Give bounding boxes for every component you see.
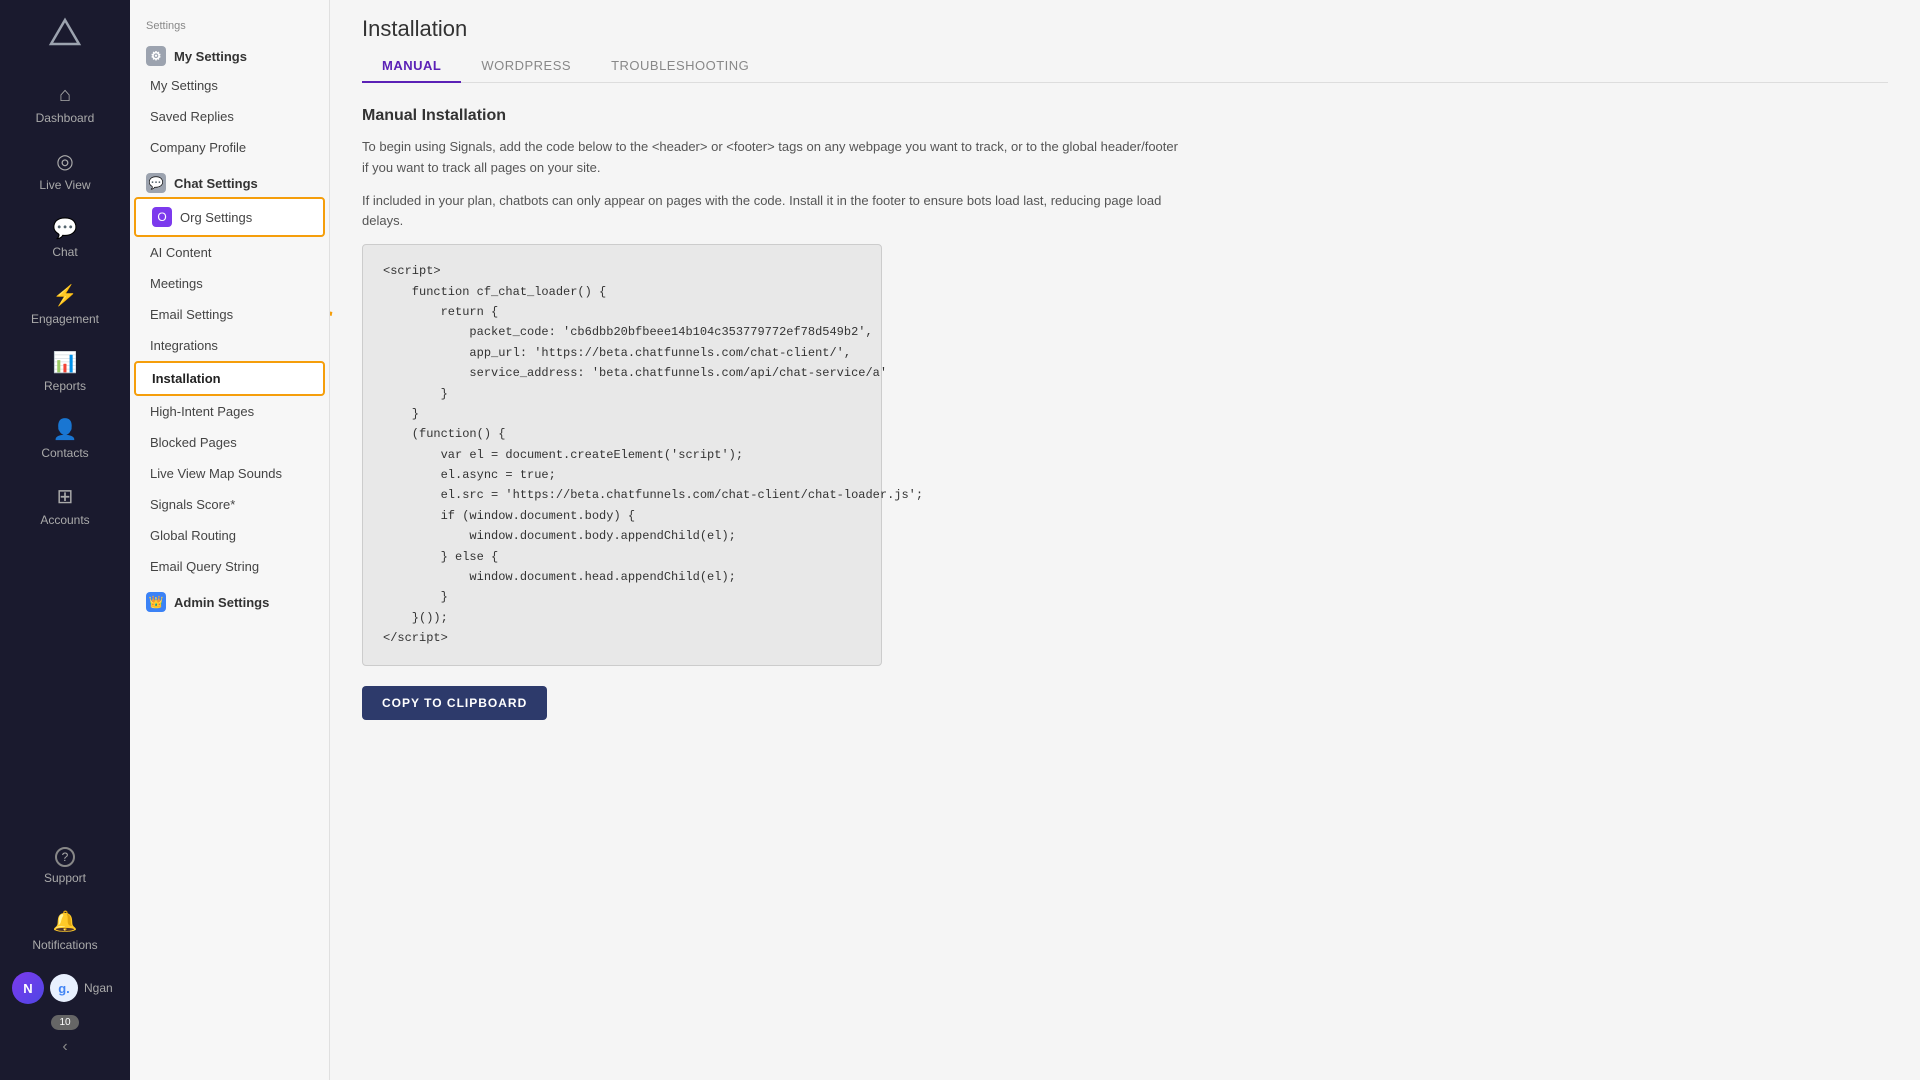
my-settings-group-icon: ⚙ bbox=[146, 46, 166, 66]
tab-troubleshooting[interactable]: TROUBLESHOOTING bbox=[591, 50, 769, 83]
sidebar-title: Settings bbox=[130, 12, 329, 36]
sidebar-item-company-profile[interactable]: Company Profile bbox=[134, 132, 325, 163]
admin-settings-group-icon: 👑 bbox=[146, 592, 166, 612]
sidebar-item-accounts[interactable]: ⊞ Accounts bbox=[0, 472, 130, 539]
nav-label-live-view: Live View bbox=[39, 178, 90, 192]
sidebar-item-meetings[interactable]: Meetings bbox=[134, 268, 325, 299]
user-profile-section[interactable]: N g. Ngan bbox=[0, 964, 130, 1012]
app-logo[interactable] bbox=[47, 16, 83, 52]
sidebar-item-email-query-string[interactable]: Email Query String bbox=[134, 551, 325, 582]
org-settings-icon: O bbox=[152, 207, 172, 227]
email-settings-label: Email Settings bbox=[150, 307, 233, 322]
high-intent-pages-label: High-Intent Pages bbox=[150, 404, 254, 419]
collapse-sidebar-button[interactable]: ‹ bbox=[0, 1030, 130, 1064]
nav-bottom-section: ? Support 🔔 Notifications N g. Ngan 10 ‹ bbox=[0, 835, 130, 1080]
user-avatar: N bbox=[12, 972, 44, 1004]
signals-score-label: Signals Score* bbox=[150, 497, 235, 512]
sidebar-item-signals-score[interactable]: Signals Score* bbox=[134, 489, 325, 520]
section-title: Manual Installation bbox=[362, 107, 1888, 125]
contacts-icon: 👤 bbox=[53, 417, 78, 442]
dashboard-icon: ⌂ bbox=[59, 84, 71, 107]
page-title: Installation bbox=[362, 16, 1888, 42]
accounts-icon: ⊞ bbox=[57, 484, 74, 509]
copy-to-clipboard-button[interactable]: COPY TO CLIPBOARD bbox=[362, 686, 547, 720]
sidebar-item-saved-replies[interactable]: Saved Replies bbox=[134, 101, 325, 132]
collapse-icon: ‹ bbox=[62, 1038, 67, 1056]
sidebar-item-high-intent-pages[interactable]: High-Intent Pages bbox=[134, 396, 325, 427]
badge-container: 10 bbox=[0, 1012, 130, 1030]
sidebar-item-chat[interactable]: 💬 Chat bbox=[0, 204, 130, 271]
installation-label: Installation bbox=[152, 371, 221, 386]
nav-label-engagement: Engagement bbox=[31, 312, 99, 326]
nav-label-support: Support bbox=[44, 871, 86, 885]
installation-code-block: <script> function cf_chat_loader() { ret… bbox=[362, 244, 882, 665]
support-icon: ? bbox=[55, 847, 75, 867]
username-label: Ngan bbox=[84, 981, 113, 995]
chat-settings-group-icon: 💬 bbox=[146, 173, 166, 193]
content-area: Manual Installation To begin using Signa… bbox=[330, 83, 1920, 1080]
admin-settings-group-header[interactable]: 👑 Admin Settings bbox=[130, 582, 329, 616]
sidebar-item-engagement[interactable]: ⚡ Engagement bbox=[0, 271, 130, 338]
live-view-icon: ◎ bbox=[56, 149, 73, 174]
nav-label-chat: Chat bbox=[52, 245, 77, 259]
copy-button-container: COPY TO CLIPBOARD bbox=[362, 686, 1888, 720]
my-settings-label: My Settings bbox=[150, 78, 218, 93]
org-settings-label: Org Settings bbox=[180, 210, 252, 225]
description-2: If included in your plan, chatbots can o… bbox=[362, 191, 1182, 233]
my-settings-group-label: My Settings bbox=[174, 49, 247, 64]
sidebar-item-notifications[interactable]: 🔔 Notifications bbox=[0, 897, 130, 964]
notifications-icon: 🔔 bbox=[53, 909, 78, 934]
integrations-label: Integrations bbox=[150, 338, 218, 353]
sidebar-item-integrations[interactable]: Integrations bbox=[134, 330, 325, 361]
tab-wordpress[interactable]: WORDPRESS bbox=[461, 50, 591, 83]
email-query-string-label: Email Query String bbox=[150, 559, 259, 574]
nav-label-accounts: Accounts bbox=[40, 513, 89, 527]
sidebar-item-support[interactable]: ? Support bbox=[0, 835, 130, 897]
sidebar-item-blocked-pages[interactable]: Blocked Pages bbox=[134, 427, 325, 458]
sidebar-item-my-settings[interactable]: My Settings bbox=[134, 70, 325, 101]
nav-label-notifications: Notifications bbox=[32, 938, 97, 952]
ai-content-label: AI Content bbox=[150, 245, 211, 260]
sidebar-item-live-view[interactable]: ◎ Live View bbox=[0, 137, 130, 204]
settings-sidebar: Settings ⚙ My Settings My Settings Saved… bbox=[130, 0, 330, 1080]
notification-badge: 10 bbox=[51, 1015, 78, 1030]
meetings-label: Meetings bbox=[150, 276, 203, 291]
saved-replies-label: Saved Replies bbox=[150, 109, 234, 124]
company-profile-label: Company Profile bbox=[150, 140, 246, 155]
main-content: Installation MANUAL WORDPRESS TROUBLESHO… bbox=[330, 0, 1920, 1080]
sidebar-item-installation[interactable]: Installation bbox=[134, 361, 325, 396]
sidebar-item-contacts[interactable]: 👤 Contacts bbox=[0, 405, 130, 472]
top-bar: Installation MANUAL WORDPRESS TROUBLESHO… bbox=[330, 0, 1920, 83]
tab-manual[interactable]: MANUAL bbox=[362, 50, 461, 83]
sidebar-item-email-settings[interactable]: Email Settings bbox=[134, 299, 325, 330]
sidebar-item-org-settings[interactable]: O Org Settings bbox=[134, 197, 325, 237]
chat-settings-group-header[interactable]: 💬 Chat Settings bbox=[130, 163, 329, 197]
code-block-container: <script> function cf_chat_loader() { ret… bbox=[362, 244, 882, 685]
sidebar-item-global-routing[interactable]: Global Routing bbox=[134, 520, 325, 551]
description-1: To begin using Signals, add the code bel… bbox=[362, 137, 1182, 179]
live-view-map-sounds-label: Live View Map Sounds bbox=[150, 466, 282, 481]
admin-settings-group-label: Admin Settings bbox=[174, 595, 269, 610]
nav-label-contacts: Contacts bbox=[41, 446, 88, 460]
blocked-pages-label: Blocked Pages bbox=[150, 435, 237, 450]
left-navigation: ⌂ Dashboard ◎ Live View 💬 Chat ⚡ Engagem… bbox=[0, 0, 130, 1080]
chat-icon: 💬 bbox=[53, 216, 78, 241]
sidebar-item-ai-content[interactable]: AI Content bbox=[134, 237, 325, 268]
nav-label-dashboard: Dashboard bbox=[36, 111, 95, 125]
engagement-icon: ⚡ bbox=[53, 283, 78, 308]
my-settings-group-header[interactable]: ⚙ My Settings bbox=[130, 36, 329, 70]
nav-label-reports: Reports bbox=[44, 379, 86, 393]
global-routing-label: Global Routing bbox=[150, 528, 236, 543]
google-avatar: g. bbox=[50, 974, 78, 1002]
chat-settings-group-label: Chat Settings bbox=[174, 176, 258, 191]
sidebar-item-live-view-map-sounds[interactable]: Live View Map Sounds bbox=[134, 458, 325, 489]
tab-bar: MANUAL WORDPRESS TROUBLESHOOTING bbox=[362, 50, 1888, 83]
sidebar-item-reports[interactable]: 📊 Reports bbox=[0, 338, 130, 405]
reports-icon: 📊 bbox=[53, 350, 78, 375]
sidebar-item-dashboard[interactable]: ⌂ Dashboard bbox=[0, 72, 130, 137]
